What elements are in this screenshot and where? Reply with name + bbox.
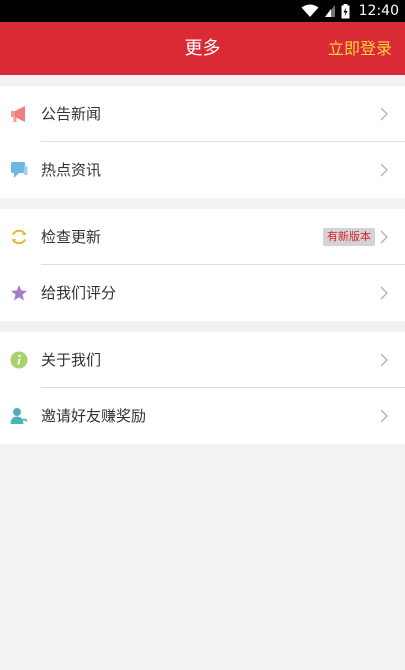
menu-item-announcements[interactable]: 公告新闻 bbox=[0, 86, 405, 142]
chevron-right-icon bbox=[380, 107, 388, 121]
chevron-right-icon bbox=[380, 353, 388, 367]
chevron-right-icon bbox=[380, 230, 388, 244]
menu-item-about-us[interactable]: 关于我们 bbox=[0, 332, 405, 388]
login-button[interactable]: 立即登录 bbox=[328, 22, 392, 75]
status-time: 12:40 bbox=[358, 3, 399, 19]
megaphone-icon bbox=[11, 106, 25, 122]
status-bar: 12:40 bbox=[0, 0, 405, 22]
menu-group-news: 公告新闻 热点资讯 bbox=[0, 86, 405, 198]
wifi-icon bbox=[301, 4, 319, 17]
refresh-icon bbox=[11, 229, 27, 245]
menu-item-invite-friends[interactable]: 邀请好友赚奖励 bbox=[0, 388, 405, 444]
signal-icon bbox=[324, 5, 335, 17]
menu-item-label: 公告新闻 bbox=[41, 105, 102, 123]
chevron-right-icon bbox=[380, 409, 388, 423]
info-icon bbox=[10, 351, 28, 369]
menu-item-label: 热点资讯 bbox=[41, 161, 102, 179]
menu-group-about: 关于我们 邀请好友赚奖励 bbox=[0, 332, 405, 444]
menu-item-check-update[interactable]: 检查更新 有新版本 bbox=[0, 209, 405, 265]
chat-bubble-icon bbox=[11, 162, 28, 178]
menu-item-label: 给我们评分 bbox=[41, 284, 117, 302]
menu-item-label: 关于我们 bbox=[41, 351, 102, 369]
star-icon bbox=[11, 285, 27, 301]
menu-item-hot-news[interactable]: 热点资讯 bbox=[0, 142, 405, 198]
menu-item-label: 邀请好友赚奖励 bbox=[41, 407, 147, 425]
invite-user-icon bbox=[10, 408, 28, 424]
chevron-right-icon bbox=[380, 163, 388, 177]
menu-item-rate-us[interactable]: 给我们评分 bbox=[0, 265, 405, 321]
menu-item-label: 检查更新 bbox=[41, 228, 102, 246]
status-icons: 12:40 bbox=[301, 0, 399, 22]
new-version-badge: 有新版本 bbox=[323, 228, 375, 246]
header-bar: 更多 立即登录 bbox=[0, 22, 405, 75]
chevron-right-icon bbox=[380, 286, 388, 300]
menu-group-app: 检查更新 有新版本 给我们评分 bbox=[0, 209, 405, 321]
battery-icon bbox=[341, 3, 350, 18]
